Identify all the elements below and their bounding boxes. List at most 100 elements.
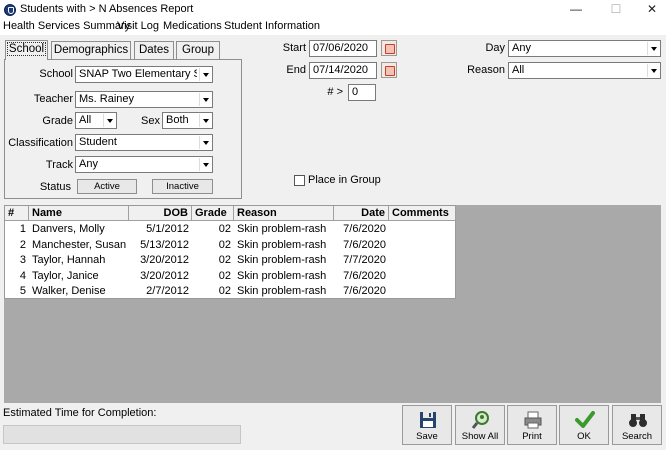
chevron-down-icon	[103, 114, 115, 127]
teacher-label: Teacher	[33, 93, 73, 105]
cell-comments	[389, 238, 456, 254]
cell-number: 5	[19, 285, 26, 297]
day-select[interactable]: Any	[508, 40, 661, 57]
cell-name: Walker, Denise	[32, 285, 106, 297]
cell-date: 7/6/2020	[343, 238, 386, 251]
show-all-button[interactable]: Show All	[455, 405, 505, 445]
tab-school[interactable]: School	[5, 40, 48, 60]
cell-name: Manchester, Susan	[32, 238, 127, 251]
track-select[interactable]: Any	[75, 156, 213, 173]
table-row[interactable]: 4 Taylor, Janice 3/20/2012 02 Skin probl…	[5, 269, 456, 285]
tab-school-label: School	[6, 42, 47, 56]
chevron-down-icon	[647, 64, 659, 77]
cell-comments	[389, 284, 456, 300]
col-header-comments[interactable]: Comments	[389, 206, 456, 221]
tab-group[interactable]: Group	[176, 41, 220, 59]
status-active-button[interactable]: Active	[77, 179, 137, 194]
cell-dob: 3/20/2012	[140, 269, 189, 282]
n-threshold-field[interactable]: 0	[348, 84, 376, 101]
results-grid[interactable]: # Name DOB Grade Reason Date Comments 1 …	[4, 205, 456, 299]
menu-bar: Health Services Summary Visit Log Medica…	[0, 20, 666, 35]
printer-icon	[524, 411, 542, 429]
start-calendar-icon[interactable]	[381, 40, 397, 56]
cell-date: 7/6/2020	[343, 285, 386, 297]
table-row[interactable]: 2 Manchester, Susan 5/13/2012 02 Skin pr…	[5, 238, 456, 254]
school-label: School	[39, 68, 73, 80]
col-header-grade[interactable]: Grade	[192, 206, 234, 221]
grid-empty-area	[4, 299, 661, 403]
table-row[interactable]: 1 Danvers, Molly 5/1/2012 02 Skin proble…	[5, 222, 456, 238]
end-label: End	[286, 64, 306, 76]
track-value: Any	[79, 158, 98, 170]
cell-grade: 02	[218, 254, 231, 266]
table-row[interactable]: 3 Taylor, Hannah 3/20/2012 02 Skin probl…	[5, 253, 456, 269]
end-calendar-icon[interactable]	[381, 62, 397, 78]
classification-select[interactable]: Student	[75, 134, 213, 151]
menu-medications[interactable]: Medications	[163, 20, 222, 32]
status-label: Status	[39, 181, 71, 193]
cell-comments	[389, 253, 456, 269]
magnifier-people-icon	[471, 411, 489, 429]
save-button[interactable]: Save	[402, 405, 452, 445]
col-header-dob[interactable]: DOB	[129, 206, 192, 221]
status-inactive-button[interactable]: Inactive	[152, 179, 213, 194]
checkmark-icon	[575, 411, 595, 428]
place-in-group-label: Place in Group	[308, 174, 381, 186]
cell-number: 4	[19, 269, 26, 282]
col-header-number[interactable]: #	[5, 206, 29, 221]
close-button[interactable]: ✕	[638, 1, 666, 19]
chevron-down-icon	[199, 136, 211, 149]
save-label: Save	[416, 431, 438, 442]
col-header-name[interactable]: Name	[29, 206, 129, 221]
start-date-field[interactable]: 07/06/2020	[309, 40, 377, 57]
cell-name: Taylor, Hannah	[32, 254, 106, 266]
classification-value: Student	[79, 136, 117, 148]
grade-select[interactable]: All	[75, 112, 117, 129]
sex-select[interactable]: Both	[162, 112, 213, 129]
reason-label: Reason	[467, 64, 505, 76]
grid-empty-area	[456, 205, 661, 299]
grade-label: Grade	[42, 115, 73, 127]
cell-dob: 5/1/2012	[146, 223, 189, 235]
grade-value: All	[79, 114, 92, 126]
place-in-group-checkbox[interactable]	[294, 175, 305, 186]
cell-reason: Skin problem-rash	[237, 285, 327, 297]
chevron-down-icon	[199, 158, 211, 171]
cell-number: 1	[19, 223, 26, 235]
cell-date: 7/6/2020	[343, 269, 386, 282]
cell-grade: 02	[218, 269, 231, 282]
school-select[interactable]: SNAP Two Elementary Scho	[75, 66, 213, 83]
ok-button[interactable]: OK	[559, 405, 609, 445]
cell-dob: 2/7/2012	[146, 285, 189, 297]
school-tab-panel: School SNAP Two Elementary Scho Teacher …	[4, 59, 242, 199]
table-row[interactable]: 5 Walker, Denise 2/7/2012 02 Skin proble…	[5, 284, 456, 300]
end-date-field[interactable]: 07/14/2020	[309, 62, 377, 79]
menu-student-information[interactable]: Student Information	[224, 20, 320, 32]
reason-select[interactable]: All	[508, 62, 661, 79]
tab-dates[interactable]: Dates	[134, 41, 174, 59]
estimated-time-label: Estimated Time for Completion:	[3, 407, 157, 419]
cell-date: 7/6/2020	[343, 223, 386, 235]
teacher-select[interactable]: Ms. Rainey	[75, 91, 213, 108]
floppy-disk-icon	[420, 412, 436, 428]
tab-demographics[interactable]: Demographics	[51, 41, 131, 59]
cell-reason: Skin problem-rash	[237, 223, 327, 235]
col-header-reason[interactable]: Reason	[234, 206, 334, 221]
minimize-button[interactable]: —	[562, 1, 590, 19]
maximize-button[interactable]: ☐	[602, 1, 630, 19]
sex-value: Both	[166, 114, 189, 126]
show-all-label: Show All	[461, 431, 499, 442]
menu-visit-log[interactable]: Visit Log	[117, 20, 159, 32]
cell-name: Taylor, Janice	[32, 269, 99, 282]
sex-label: Sex	[141, 115, 160, 127]
cell-dob: 3/20/2012	[140, 254, 189, 266]
menu-health-services-summary[interactable]: Health Services Summary	[3, 20, 130, 32]
progress-bar	[3, 425, 241, 444]
n-label: # >	[327, 86, 343, 98]
cell-date: 7/7/2020	[343, 254, 386, 266]
col-header-date[interactable]: Date	[334, 206, 389, 221]
chevron-down-icon	[199, 114, 211, 127]
print-button[interactable]: Print	[507, 405, 557, 445]
cell-reason: Skin problem-rash	[237, 238, 327, 251]
search-button[interactable]: Search	[612, 405, 662, 445]
